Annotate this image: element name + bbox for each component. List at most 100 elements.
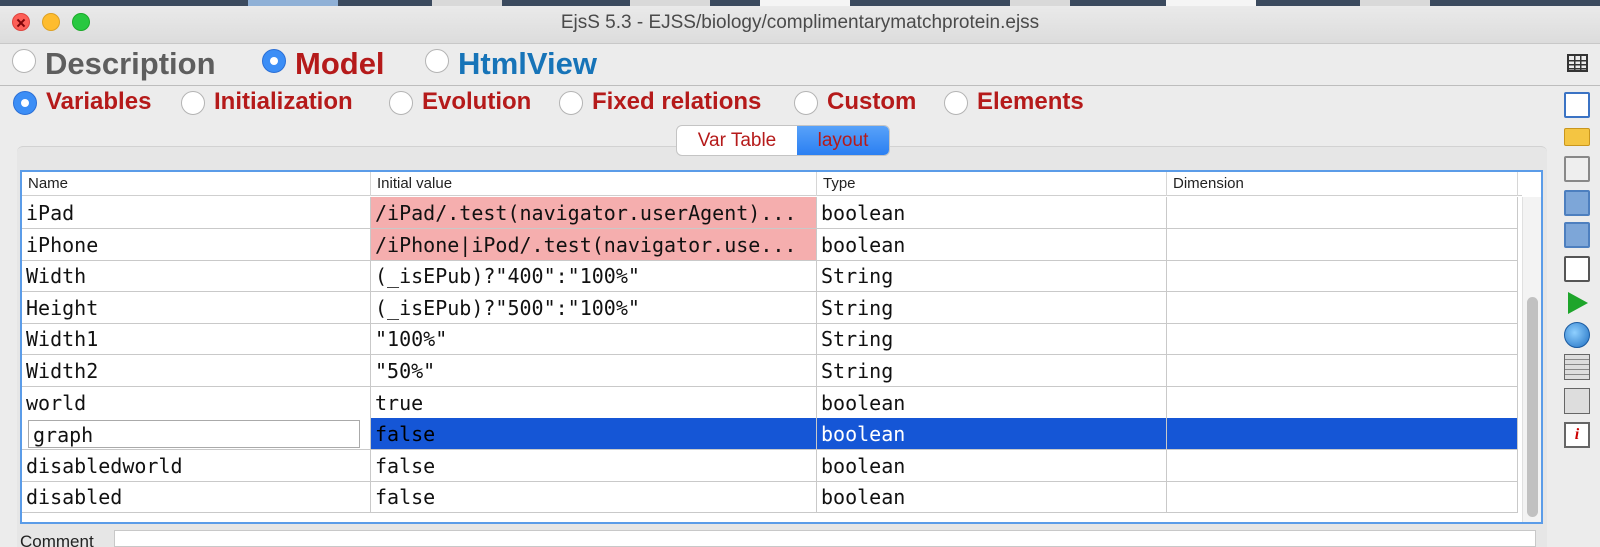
- cell-initial-value[interactable]: false: [371, 481, 817, 514]
- cell-type[interactable]: String: [817, 291, 1167, 324]
- mode-label-description[interactable]: Description: [45, 46, 216, 82]
- cell-name[interactable]: disabledworld: [22, 449, 371, 482]
- cell-dimension[interactable]: [1167, 291, 1518, 324]
- comment-field[interactable]: [114, 530, 1536, 547]
- mode-radio-htmlview[interactable]: [425, 49, 449, 73]
- cell-type[interactable]: boolean: [817, 197, 1167, 229]
- cell-name[interactable]: Width2: [22, 355, 371, 387]
- subtab-custom[interactable]: Custom: [827, 88, 916, 116]
- mode-radio-description[interactable]: [12, 49, 36, 73]
- mode-label-htmlview[interactable]: HtmlView: [458, 46, 597, 82]
- model-subtabs: Variables Initialization Evolution Fixed…: [0, 86, 1545, 120]
- save-as-icon[interactable]: [1564, 222, 1590, 248]
- cell-initial-value[interactable]: true: [371, 386, 817, 419]
- subtab-radio-evolution[interactable]: [389, 91, 413, 115]
- cell-initial-value[interactable]: false: [371, 418, 817, 451]
- var-table-toggle[interactable]: Var Table: [677, 126, 797, 155]
- cell-name[interactable]: Width1: [22, 323, 371, 356]
- cell-initial-value[interactable]: false: [371, 449, 817, 482]
- subtab-radio-initialization[interactable]: [181, 91, 205, 115]
- column-header-initial-value[interactable]: Initial value: [371, 172, 817, 196]
- cell-name[interactable]: disabled: [22, 481, 371, 514]
- subtab-initialization[interactable]: Initialization: [214, 88, 353, 116]
- subtab-fixed-relations[interactable]: Fixed relations: [592, 88, 761, 116]
- column-header-dimension[interactable]: Dimension: [1167, 172, 1518, 196]
- comment-label: Comment: [20, 532, 94, 547]
- mode-selector: Description Model HtmlView: [0, 44, 1600, 86]
- cell-type[interactable]: boolean: [817, 449, 1167, 482]
- cell-name[interactable]: graph: [22, 418, 371, 451]
- info-icon[interactable]: i: [1564, 422, 1590, 448]
- cell-type[interactable]: boolean: [817, 386, 1167, 419]
- cell-name[interactable]: Width: [22, 260, 371, 293]
- cell-name[interactable]: world: [22, 386, 371, 419]
- cell-dimension[interactable]: [1167, 228, 1518, 261]
- web-icon[interactable]: [1564, 322, 1590, 348]
- view-toggle: Var Table layout: [676, 125, 890, 156]
- package-icon[interactable]: [1564, 354, 1590, 380]
- table-row[interactable]: Width1 "100%" String: [22, 323, 1518, 356]
- cell-name-editor[interactable]: graph: [28, 420, 360, 449]
- table-row[interactable]: world true boolean: [22, 386, 1518, 419]
- cell-dimension[interactable]: [1167, 260, 1518, 293]
- cell-dimension[interactable]: [1167, 449, 1518, 482]
- table-row[interactable]: disabledworld false boolean: [22, 449, 1518, 482]
- open-network-icon[interactable]: [1564, 156, 1590, 182]
- right-toolbar: i: [1556, 88, 1600, 458]
- table-row[interactable]: iPhone/iPhone|iPod/.test(navigator.use..…: [22, 228, 1518, 261]
- subtab-evolution[interactable]: Evolution: [422, 88, 531, 116]
- cell-type[interactable]: boolean: [817, 418, 1167, 451]
- cell-type[interactable]: String: [817, 323, 1167, 356]
- table-row[interactable]: Height (_isEPub)?"500":"100%" String: [22, 291, 1518, 324]
- table-row[interactable]: Width (_isEPub)?"400":"100%" String: [22, 260, 1518, 293]
- save-icon[interactable]: [1564, 190, 1590, 216]
- cell-initial-value[interactable]: (_isEPub)?"500":"100%": [371, 291, 817, 324]
- cell-dimension[interactable]: [1167, 197, 1518, 229]
- column-header-name[interactable]: Name: [22, 172, 371, 196]
- subtab-variables[interactable]: Variables: [46, 88, 151, 116]
- table-row[interactable]: iPad/iPad/.test(navigator.userAgent)... b…: [22, 197, 1518, 229]
- table-row[interactable]: graph false boolean: [22, 418, 1518, 451]
- subtab-radio-elements[interactable]: [944, 91, 968, 115]
- cell-name[interactable]: iPad: [22, 197, 371, 229]
- cell-name[interactable]: iPhone: [22, 228, 371, 261]
- mode-label-model[interactable]: Model: [295, 46, 385, 82]
- cell-initial-value[interactable]: /iPhone|iPod/.test(navigator.use...: [371, 228, 817, 261]
- table-header: Name Initial value Type Dimension: [22, 172, 1522, 196]
- subtab-elements[interactable]: Elements: [977, 88, 1084, 116]
- cell-initial-value[interactable]: "50%": [371, 355, 817, 387]
- cell-type[interactable]: boolean: [817, 228, 1167, 261]
- table-row[interactable]: Width2 "50%" String: [22, 355, 1518, 387]
- run-icon[interactable]: [1568, 292, 1588, 314]
- cell-initial-value[interactable]: (_isEPub)?"400":"100%": [371, 260, 817, 293]
- window-title: EjsS 5.3 - EJSS/biology/complimentarymat…: [560, 12, 1040, 33]
- cell-dimension[interactable]: [1167, 418, 1518, 451]
- cell-initial-value[interactable]: "100%": [371, 323, 817, 356]
- cell-dimension[interactable]: [1167, 323, 1518, 356]
- scrollbar-thumb[interactable]: [1527, 297, 1538, 517]
- cell-dimension[interactable]: [1167, 355, 1518, 387]
- cell-type[interactable]: String: [817, 355, 1167, 387]
- table-row[interactable]: disabled false boolean: [22, 481, 1518, 514]
- mode-radio-model[interactable]: [262, 49, 286, 73]
- cell-initial-value[interactable]: /iPad/.test(navigator.userAgent)...: [371, 197, 817, 229]
- cell-type[interactable]: String: [817, 260, 1167, 293]
- subtab-radio-fixed-relations[interactable]: [559, 91, 583, 115]
- cell-type[interactable]: boolean: [817, 481, 1167, 514]
- table-view-icon[interactable]: [1567, 54, 1588, 72]
- cell-name[interactable]: Height: [22, 291, 371, 324]
- open-folder-icon[interactable]: [1564, 128, 1590, 146]
- cell-dimension[interactable]: [1167, 481, 1518, 514]
- options-icon[interactable]: [1564, 388, 1590, 414]
- window-titlebar: EjsS 5.3 - EJSS/biology/complimentarymat…: [0, 0, 1600, 44]
- cell-dimension[interactable]: [1167, 386, 1518, 419]
- subtab-radio-custom[interactable]: [794, 91, 818, 115]
- subtab-radio-variables[interactable]: [13, 91, 37, 115]
- search-icon[interactable]: [1564, 256, 1590, 282]
- layout-toggle[interactable]: layout: [797, 126, 889, 155]
- variables-table: Name Initial value Type Dimension iPad/i…: [20, 170, 1543, 524]
- column-header-type[interactable]: Type: [817, 172, 1167, 196]
- new-file-icon[interactable]: [1564, 92, 1590, 118]
- table-vertical-scrollbar[interactable]: [1522, 197, 1541, 522]
- desktop-strip: [0, 0, 1600, 6]
